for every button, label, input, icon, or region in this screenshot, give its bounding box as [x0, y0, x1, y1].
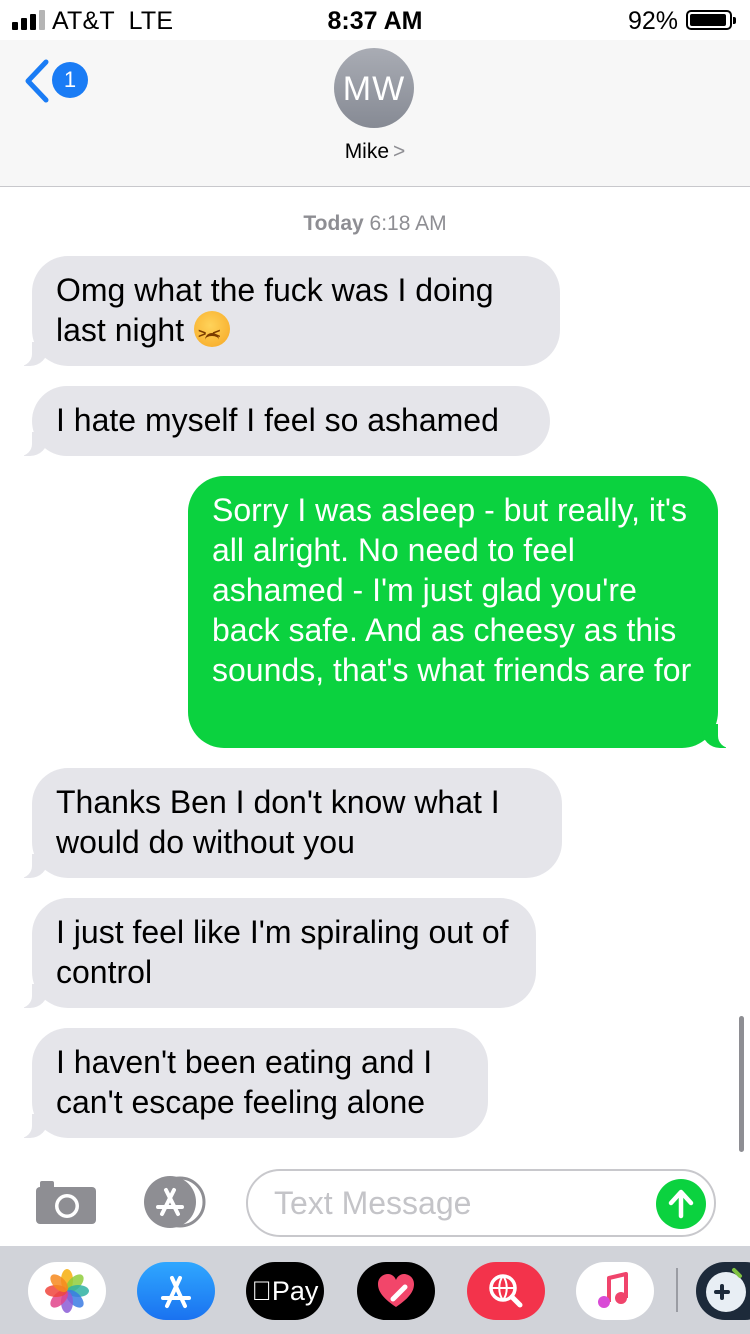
- message-text: I hate myself I feel so ashamed: [56, 402, 499, 438]
- timestamp-day: Today: [303, 212, 364, 235]
- message-text: Omg what the fuck was I doing last night: [56, 272, 494, 348]
- apple-pay-label: Pay: [261, 1276, 319, 1306]
- drawer-divider: [676, 1268, 678, 1312]
- contact-avatar[interactable]: MW: [334, 48, 414, 128]
- imessage-app-drawer: Pay: [0, 1246, 750, 1334]
- conversation-header: 1 MW Mike >: [0, 40, 750, 187]
- globe-search-icon: [489, 1274, 523, 1308]
- message-bubble-incoming[interactable]: I just feel like I'm spiraling out of co…: [12, 898, 536, 1008]
- contact-name: Mike: [344, 140, 390, 163]
- chevron-left-icon: [25, 59, 49, 103]
- status-bar: AT&T LTE 8:37 AM 92%: [0, 0, 750, 40]
- message-bubble-incoming[interactable]: I hate myself I feel so ashamed: [12, 386, 550, 456]
- message-text: I haven't been eating and I can't escape…: [56, 1044, 433, 1120]
- thread-scrollbar[interactable]: [739, 1016, 744, 1152]
- apple-logo-icon: : [252, 1276, 272, 1306]
- thread-timestamp: Today 6:18 AM: [0, 212, 750, 236]
- message-bubble-incoming[interactable]: Omg what the fuck was I doing last night: [12, 256, 560, 366]
- photos-app-button[interactable]: [28, 1262, 106, 1320]
- photos-icon: [45, 1269, 89, 1313]
- battery-icon: [686, 10, 736, 30]
- chevron-right-icon: >: [393, 140, 406, 163]
- message-text: Sorry I was asleep - but really, it's al…: [212, 492, 692, 688]
- message-bubble-incoming[interactable]: Thanks Ben I don't know what I would do …: [12, 768, 562, 878]
- images-search-app-button[interactable]: [467, 1262, 545, 1320]
- digital-touch-app-button[interactable]: [357, 1262, 435, 1320]
- contact-name-button[interactable]: Mike >: [0, 140, 750, 164]
- camera-button[interactable]: [34, 1178, 98, 1226]
- send-arrow-icon: [668, 1189, 694, 1219]
- message-bubble-incoming[interactable]: I haven't been eating and I can't escape…: [12, 1028, 488, 1138]
- music-note-icon: [598, 1272, 628, 1308]
- message-input[interactable]: [274, 1183, 644, 1223]
- battery-percent: 92%: [627, 7, 678, 35]
- message-input-field[interactable]: [246, 1169, 716, 1237]
- app-store-app-button[interactable]: [137, 1262, 215, 1320]
- app-store-button[interactable]: [140, 1176, 212, 1228]
- message-text: I just feel like I'm spiraling out of co…: [56, 914, 509, 990]
- message-text: Thanks Ben I don't know what I would do …: [56, 784, 500, 860]
- app-store-icon: [161, 1276, 191, 1308]
- timestamp-time: 6:18 AM: [369, 212, 447, 235]
- unread-count-badge[interactable]: 1: [52, 62, 88, 98]
- message-bubble-outgoing[interactable]: Sorry I was asleep - but really, it's al…: [188, 476, 738, 748]
- app-store-icon: [144, 1176, 206, 1228]
- apple-pay-app-button[interactable]: Pay: [246, 1262, 324, 1320]
- send-button[interactable]: [656, 1179, 706, 1229]
- heart-icon: [378, 1274, 414, 1307]
- camera-icon: [36, 1181, 96, 1224]
- game-app-button[interactable]: [696, 1262, 750, 1320]
- persevering-face-emoji-icon: [194, 311, 231, 353]
- game-controller-icon: [706, 1268, 746, 1312]
- music-app-button[interactable]: [576, 1262, 654, 1320]
